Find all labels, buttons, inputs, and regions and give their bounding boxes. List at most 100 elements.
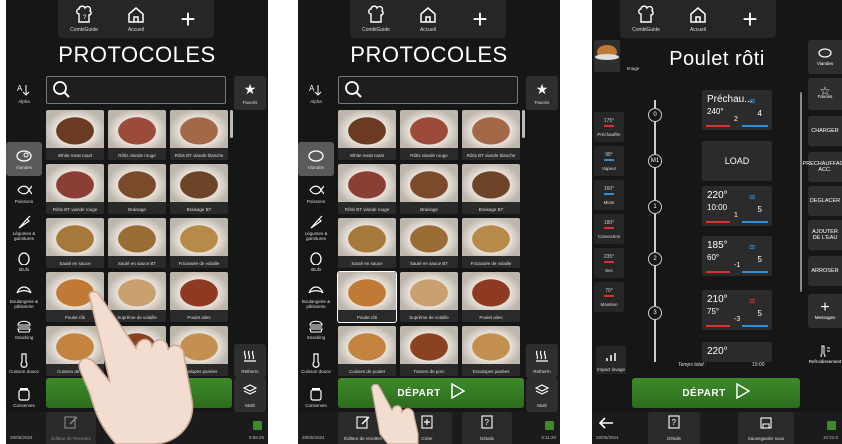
scrollbar[interactable] [230, 110, 233, 138]
recipe-step[interactable]: Préchau... 240° 2 4 ≋ [702, 90, 772, 130]
mode-dry-heat[interactable]: 235° Sec [594, 248, 624, 278]
steps-scrollbar[interactable] [800, 92, 802, 292]
recipe-card[interactable]: Sauté en sauce BT [400, 218, 458, 268]
timeline-node[interactable]: 1 [648, 200, 662, 214]
charger-button[interactable]: CHARGER [808, 116, 842, 146]
prechauffage-acc-button[interactable]: PRECHAUFFAGE ACC. [803, 152, 842, 182]
mode-steam[interactable]: 98° Vapeur [594, 146, 624, 176]
recipe-editor-button[interactable]: Éditeur de recettes [338, 412, 388, 444]
back-button[interactable] [598, 416, 614, 435]
sidebar-item-snacking[interactable]: Snacking [6, 312, 42, 346]
recipe-card[interactable]: Rôtis BT viande rouge [338, 164, 396, 214]
mode-convection[interactable]: 180° Convection [594, 214, 624, 244]
recipe-card[interactable]: Suprême de volaille [400, 272, 458, 322]
sidebar-item-snacking[interactable]: Snacking [298, 312, 334, 346]
recipe-card[interactable]: Escalopes panées [170, 326, 228, 376]
recipe-card[interactable]: Braisage BT [170, 164, 228, 214]
favoris-button[interactable]: ☆ Favoris [808, 78, 842, 110]
sidebar-item-poissons[interactable]: Poissons [6, 176, 42, 210]
mode-heat[interactable]: 175° Préchauffer [594, 112, 624, 142]
sidebar-item-oeufs[interactable]: Œufs [298, 244, 334, 278]
recipe-card[interactable]: Suprême de volaille [108, 272, 166, 322]
recipe-card[interactable]: Fricassée de volaille [462, 218, 520, 268]
recipe-card[interactable]: Rôtis BT viande rouge [46, 164, 104, 214]
multi-button[interactable]: Multi [526, 378, 558, 412]
recipe-card[interactable]: White meat roast [338, 110, 396, 160]
timeline-node[interactable]: 0 [648, 108, 662, 122]
combiguide-button[interactable]: ? CombiGuide [58, 0, 110, 38]
retherm-button[interactable]: Retherm [234, 344, 266, 378]
sidebar-item-alpha[interactable]: A Alpha [298, 76, 334, 110]
recipe-card[interactable]: Sauté en sauce BT [108, 218, 166, 268]
combiguide-button[interactable]: CombiGuide [620, 0, 672, 38]
depart-button[interactable]: DÉPART [46, 378, 232, 408]
home-button[interactable]: Accueil [402, 0, 454, 38]
recipe-editor-button[interactable]: Éditeur de Recettes [46, 412, 96, 444]
details-button[interactable]: ? Détails [462, 412, 512, 444]
recipe-card[interactable]: Poulet ailes [170, 272, 228, 322]
recipe-card[interactable]: Poulet rôti [46, 272, 104, 322]
recipe-card[interactable]: Sauté en sauce [46, 218, 104, 268]
recipe-card[interactable]: Fricassée de volaille [170, 218, 228, 268]
favoris-button[interactable]: ★ Favoris [234, 76, 266, 110]
recipe-card[interactable]: Braisage [400, 164, 458, 214]
refroidissement-button[interactable]: Refroidissement [808, 338, 842, 372]
sidebar-item-conserves[interactable]: Conserves [6, 380, 42, 414]
deglacer-button[interactable]: DEGLACER [808, 186, 842, 216]
retherm-button[interactable]: Retherm [526, 344, 558, 378]
sidebar-item-alpha[interactable]: A Alpha [6, 76, 42, 110]
sidebar-item-oeufs[interactable]: Œufs [6, 244, 42, 278]
recipe-card[interactable]: Cuisses de poulet [46, 326, 104, 376]
mode-mixed[interactable]: 160° Mixte [594, 180, 624, 210]
scrollbar[interactable] [522, 110, 525, 138]
step-load[interactable]: LOAD [702, 141, 772, 181]
impact-lavage-button[interactable]: Impact lavage [596, 346, 626, 374]
recipe-step[interactable]: 220° 10:00 1 5 ≋ [702, 186, 772, 226]
timeline-node[interactable]: 2 [648, 252, 662, 266]
add-button[interactable]: + [724, 0, 776, 38]
sidebar-item-viandes[interactable]: Viandes [298, 142, 334, 176]
favoris-button[interactable]: ★ Favoris [526, 76, 558, 110]
add-button[interactable]: + [162, 0, 214, 38]
recipe-step[interactable]: 185° 60° -1 5 ≋ [702, 236, 772, 276]
search-input[interactable] [46, 76, 226, 104]
recipe-card[interactable]: Rôtis viande rouge [108, 110, 166, 160]
recipe-card[interactable]: Rôtis BT viande blanche [462, 110, 520, 160]
sidebar-item-legumes[interactable]: Légumes & garnitures [6, 210, 42, 244]
details-button[interactable]: ? Détails [648, 412, 700, 444]
home-button[interactable]: Accueil [672, 0, 724, 38]
sidebar-item-poissons[interactable]: Poissons [298, 176, 334, 210]
arroser-button[interactable]: ARROSER [808, 256, 842, 286]
add-button[interactable]: + [454, 0, 506, 38]
recipe-card[interactable]: Braisage BT [462, 164, 520, 214]
viandes-button[interactable]: Viandes [808, 40, 842, 74]
sidebar-item-viandes[interactable]: Viandes [6, 142, 42, 176]
recipe-card[interactable]: Poulet rôti [337, 271, 397, 323]
recipe-card[interactable]: Poulet ailes [462, 272, 520, 322]
timeline-node[interactable]: M1 [648, 154, 662, 168]
create-button[interactable]: Créer [402, 412, 452, 444]
sidebar-item-cuisson-douce[interactable]: Cuisson douce [6, 346, 42, 380]
recipe-step[interactable]: 220° [702, 342, 772, 362]
recipe-card[interactable]: Travers de porc [108, 326, 166, 376]
ajouter-eau-button[interactable]: AJOUTER DE L'EAU [808, 220, 842, 250]
messages-button[interactable]: + Messages [808, 294, 842, 328]
recipe-card[interactable]: White meat roast [46, 110, 104, 160]
combiguide-button[interactable]: CombiGuide [350, 0, 402, 38]
recipe-card[interactable]: Rôtis viande rouge [400, 110, 458, 160]
sidebar-item-legumes[interactable]: Légumes & garnitures [298, 210, 334, 244]
timeline-node[interactable]: 3 [648, 306, 662, 320]
save-as-button[interactable]: Sauvegarder sous [738, 412, 794, 444]
multi-button[interactable]: Multi [234, 378, 266, 412]
home-button[interactable]: Accueil [110, 0, 162, 38]
sidebar-item-boulangerie[interactable]: Boulangerie & pâtisserie [298, 278, 334, 312]
sidebar-item-conserves[interactable]: Conserves [298, 380, 334, 414]
depart-button[interactable]: DÉPART [632, 378, 800, 408]
recipe-card[interactable]: Travers de porc [400, 326, 458, 376]
search-input[interactable] [338, 76, 518, 104]
recipe-card[interactable]: Escalopes panées [462, 326, 520, 376]
sidebar-item-boulangerie[interactable]: Boulangerie & pâtisserie [6, 278, 42, 312]
recipe-step[interactable]: 210° 75° -3 5 ≋ [702, 290, 772, 330]
recipe-card[interactable]: Sauté en sauce [338, 218, 396, 268]
recipe-card[interactable]: Braisage [108, 164, 166, 214]
